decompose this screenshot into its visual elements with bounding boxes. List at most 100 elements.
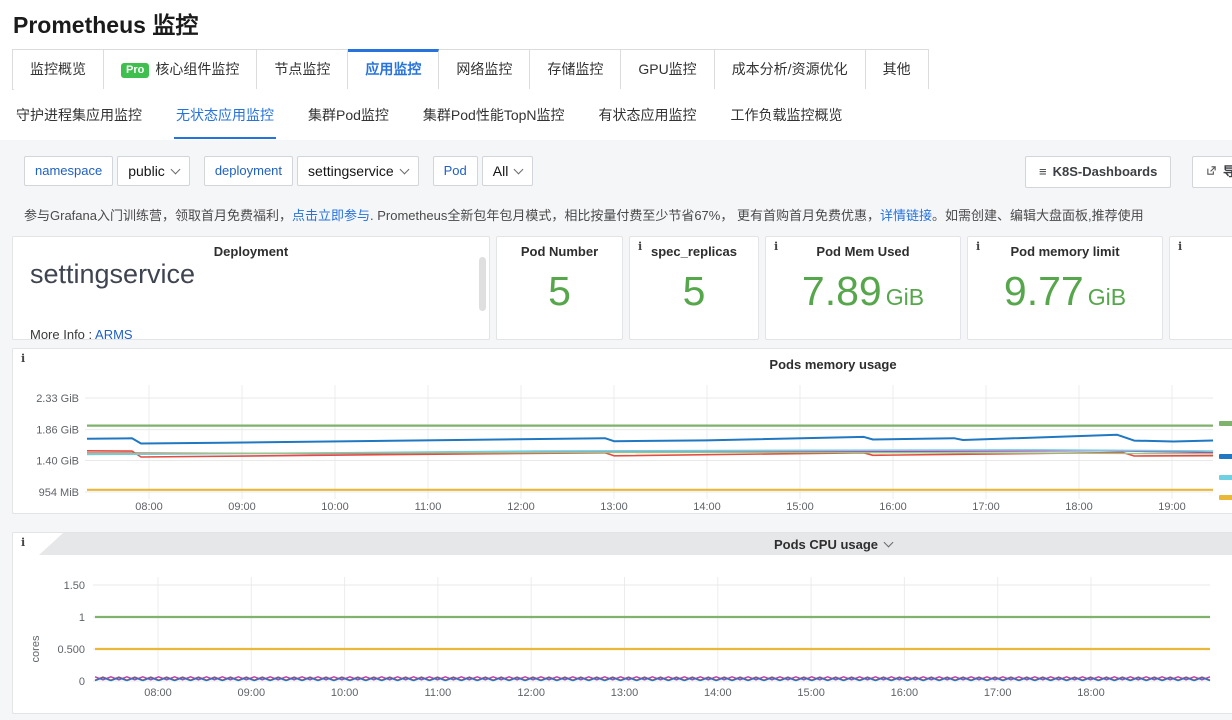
arms-link[interactable]: ARMS bbox=[95, 327, 133, 340]
stat-panel-title: Pod Mem Used bbox=[766, 244, 960, 259]
memory-usage-chart[interactable]: 08:0009:0010:0011:0012:0013:0014:0015:00… bbox=[13, 349, 1232, 513]
legend-swatch[interactable] bbox=[1219, 421, 1232, 426]
panel-info-icon[interactable]: i bbox=[638, 240, 642, 253]
chevron-down-icon bbox=[399, 165, 409, 175]
secondary-tab-1[interactable]: 无状态应用监控 bbox=[174, 90, 276, 139]
stat-panel-title: spec_replicas bbox=[630, 244, 758, 259]
stat-panel-title: Deployment bbox=[13, 244, 489, 259]
menu-icon: ≡ bbox=[1039, 164, 1047, 179]
svg-text:09:00: 09:00 bbox=[228, 501, 256, 513]
banner-text: 参与Grafana入门训练营，领取首月免费福利， bbox=[24, 208, 292, 223]
svg-text:16:00: 16:00 bbox=[879, 501, 907, 513]
svg-text:1.86 GiB: 1.86 GiB bbox=[36, 425, 79, 437]
stat-panel-row: DeploymentsettingserviceMore Info : ARMS… bbox=[12, 236, 1232, 340]
stat-value: 7.89GiB bbox=[766, 267, 960, 321]
legend-swatch[interactable] bbox=[1219, 454, 1232, 459]
primary-tab-3[interactable]: 应用监控 bbox=[348, 49, 439, 90]
svg-text:14:00: 14:00 bbox=[704, 687, 732, 699]
filter-value-dropdown[interactable]: All bbox=[482, 156, 534, 186]
import-label: 导入G bbox=[1223, 164, 1232, 179]
pro-badge: Pro bbox=[121, 63, 149, 78]
stat-value: 5 bbox=[497, 267, 622, 315]
filter-group-Pod: PodAll bbox=[433, 156, 534, 186]
secondary-tab-2[interactable]: 集群Pod监控 bbox=[306, 90, 391, 139]
stat-panel-pod-mem-used: iPod Mem Used 7.89GiB bbox=[765, 236, 961, 340]
secondary-tab-bar: 守护进程集应用监控无状态应用监控集群Pod监控集群Pod性能TopN监控有状态应… bbox=[14, 89, 1232, 140]
panel-scrollbar[interactable] bbox=[479, 257, 486, 311]
panel-info-icon[interactable]: i bbox=[21, 536, 25, 549]
k8s-dashboards-button[interactable]: ≡K8S-Dashboards bbox=[1025, 156, 1171, 188]
svg-text:10:00: 10:00 bbox=[331, 687, 359, 699]
svg-text:13:00: 13:00 bbox=[611, 687, 639, 699]
svg-text:16:00: 16:00 bbox=[891, 687, 919, 699]
import-button[interactable]: 导入G bbox=[1192, 156, 1232, 188]
primary-tab-7[interactable]: 成本分析/资源优化 bbox=[715, 49, 866, 90]
chevron-down-icon bbox=[170, 165, 180, 175]
primary-tab-0[interactable]: 监控概览 bbox=[12, 49, 104, 90]
page-title: Prometheus 监控 bbox=[13, 6, 198, 40]
chevron-down-icon bbox=[884, 538, 894, 548]
banner-link[interactable]: 详情链接 bbox=[880, 208, 932, 223]
filter-label: namespace bbox=[24, 156, 113, 186]
filter-value-label: settingservice bbox=[308, 163, 394, 179]
primary-tab-label: 监控概览 bbox=[30, 61, 86, 77]
primary-tab-8[interactable]: 其他 bbox=[866, 49, 929, 90]
secondary-tab-5[interactable]: 工作负载监控概览 bbox=[729, 90, 845, 139]
primary-tab-label: GPU监控 bbox=[638, 61, 696, 77]
memory-usage-panel: i Pods memory usage 08:0009:0010:0011:00… bbox=[12, 348, 1232, 514]
legend-swatch[interactable] bbox=[1219, 495, 1232, 500]
panel-info-icon[interactable]: i bbox=[774, 240, 778, 253]
svg-text:2.33 GiB: 2.33 GiB bbox=[36, 393, 79, 405]
filter-label: Pod bbox=[433, 156, 478, 186]
svg-text:15:00: 15:00 bbox=[797, 687, 825, 699]
primary-tab-6[interactable]: GPU监控 bbox=[621, 49, 714, 90]
filter-value-label: public bbox=[128, 163, 165, 179]
svg-text:12:00: 12:00 bbox=[517, 687, 545, 699]
stat-panel-title: Pod Number bbox=[497, 244, 622, 259]
cpu-chart-title[interactable]: Pods CPU usage bbox=[13, 537, 1232, 552]
panel-info-icon[interactable]: i bbox=[21, 352, 25, 365]
svg-text:08:00: 08:00 bbox=[135, 501, 163, 513]
filter-group-namespace: namespace public bbox=[24, 156, 190, 186]
svg-text:1: 1 bbox=[79, 612, 85, 624]
secondary-tab-4[interactable]: 有状态应用监控 bbox=[597, 90, 699, 139]
stat-unit: GiB bbox=[1088, 284, 1126, 310]
svg-text:18:00: 18:00 bbox=[1065, 501, 1093, 513]
panel-info-icon[interactable]: i bbox=[1178, 240, 1182, 253]
stat-number: 5 bbox=[683, 268, 706, 314]
svg-text:11:00: 11:00 bbox=[425, 687, 452, 699]
cpu-chart-title-label: Pods CPU usage bbox=[774, 537, 878, 552]
svg-text:10:00: 10:00 bbox=[321, 501, 349, 513]
svg-text:0.500: 0.500 bbox=[57, 644, 85, 656]
stat-unit: GiB bbox=[886, 284, 924, 310]
secondary-tab-3[interactable]: 集群Pod性能TopN监控 bbox=[421, 90, 567, 139]
primary-tab-5[interactable]: 存储监控 bbox=[530, 49, 621, 90]
cpu-usage-chart[interactable]: 08:0009:0010:0011:0012:0013:0014:0015:00… bbox=[13, 533, 1232, 713]
primary-tab-1[interactable]: Pro核心组件监控 bbox=[104, 49, 257, 90]
svg-text:954 MiB: 954 MiB bbox=[39, 487, 79, 499]
primary-tab-label: 存储监控 bbox=[547, 61, 603, 77]
filter-value-dropdown[interactable]: public bbox=[117, 156, 190, 186]
stat-panel-spec-replicas: ispec_replicas 5 bbox=[629, 236, 759, 340]
secondary-tab-0[interactable]: 守护进程集应用监控 bbox=[14, 90, 144, 139]
primary-tab-label: 网络监控 bbox=[456, 61, 512, 77]
legend-swatch[interactable] bbox=[1219, 475, 1232, 480]
svg-text:1.40 GiB: 1.40 GiB bbox=[36, 456, 79, 468]
stat-panel-pod-memory-limit: iPod memory limit9.77GiB bbox=[967, 236, 1163, 340]
filter-value-dropdown[interactable]: settingservice bbox=[297, 156, 419, 186]
primary-tab-4[interactable]: 网络监控 bbox=[439, 49, 530, 90]
banner-link[interactable]: 点击立即参与 bbox=[292, 208, 370, 223]
svg-text:08:00: 08:00 bbox=[144, 687, 172, 699]
more-info-footer: More Info : ARMS bbox=[30, 327, 133, 340]
filter-bar: namespacepublicdeploymentsettingserviceP… bbox=[24, 156, 533, 186]
svg-text:17:00: 17:00 bbox=[984, 687, 1012, 699]
svg-text:14:00: 14:00 bbox=[693, 501, 721, 513]
promo-banner: 参与Grafana入门训练营，领取首月免费福利，点击立即参与. Promethe… bbox=[24, 205, 1232, 224]
stat-panel-clipped: i bbox=[1169, 236, 1232, 340]
more-info-label: More Info : bbox=[30, 327, 95, 340]
primary-tab-2[interactable]: 节点监控 bbox=[257, 49, 348, 90]
cpu-usage-panel: i Pods CPU usage 08:0009:0010:0011:0012:… bbox=[12, 532, 1232, 714]
stat-number: 7.89 bbox=[802, 268, 882, 314]
panel-info-icon[interactable]: i bbox=[976, 240, 980, 253]
memory-chart-title: Pods memory usage bbox=[13, 357, 1232, 372]
